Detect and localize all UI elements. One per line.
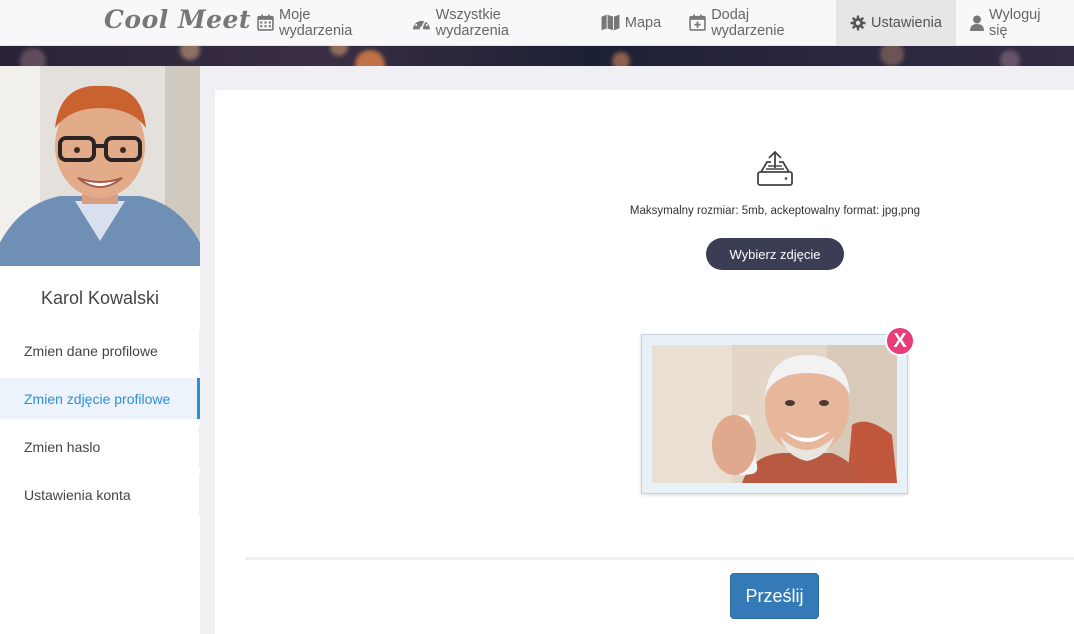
divider [245, 557, 1074, 560]
submit-button[interactable]: Prześlij [730, 573, 819, 619]
map-icon [601, 14, 620, 31]
nav-label: Ustawienia [871, 14, 942, 31]
choose-photo-button[interactable]: Wybierz zdjęcie [706, 238, 844, 270]
nav-label: Moje wydarzenia [279, 6, 353, 39]
nav-item-my-events[interactable]: Moje wydarzenia [243, 0, 398, 45]
nav-item-map[interactable]: Mapa [587, 0, 675, 45]
nav-item-all-events[interactable]: Wszystkie wydarzenia [398, 0, 587, 45]
calendar-plus-icon [689, 14, 706, 31]
sidebar-item-edit-profile[interactable]: Zmien dane profilowe [0, 330, 200, 371]
upload-hint: Maksymalny rozmiar: 5mb, ackeptowalny fo… [629, 205, 921, 217]
user-icon [969, 15, 984, 31]
nav-label: Wyloguj się [988, 6, 1041, 39]
nav-menu: Moje wydarzenia Wszystkie wydarzenia Map… [243, 0, 1074, 45]
preview-image [652, 345, 897, 483]
nav-label: Dodaj wydarzenie [711, 6, 785, 39]
nav-label: Mapa [624, 14, 662, 31]
nav-item-logout[interactable]: Wyloguj się [956, 0, 1074, 45]
remove-photo-button[interactable]: X [885, 326, 915, 356]
nav-item-add-event[interactable]: Dodaj wydarzenie [675, 0, 836, 45]
profile-sidebar: Karol Kowalski Zmien dane profilowe Zmie… [0, 66, 200, 634]
calendar-icon [257, 14, 274, 31]
sidebar-item-change-password[interactable]: Zmien haslo [0, 426, 200, 467]
profile-name: Karol Kowalski [40, 288, 160, 308]
top-navbar: Cool Meet Moje wydarzenia Wszystkie wyda… [0, 0, 1074, 46]
dashboard-icon [412, 15, 431, 31]
photo-preview [641, 334, 908, 494]
settings-menu: Zmien dane profilowe Zmien zdjęcie profi… [0, 330, 200, 522]
nav-label: Wszystkie wydarzenia [435, 6, 509, 39]
sidebar-item-change-photo[interactable]: Zmien zdjęcie profilowe [0, 378, 200, 419]
nav-item-settings[interactable]: Ustawienia [836, 0, 956, 45]
avatar [0, 66, 200, 266]
gear-icon [850, 15, 866, 31]
hero-banner [0, 46, 1074, 66]
photo-upload-panel: Maksymalny rozmiar: 5mb, ackeptowalny fo… [215, 90, 1074, 634]
brand-logo[interactable]: Cool Meet [104, 5, 251, 34]
sidebar-item-account-settings[interactable]: Ustawienia konta [0, 474, 200, 515]
upload-tray-icon [755, 150, 795, 195]
